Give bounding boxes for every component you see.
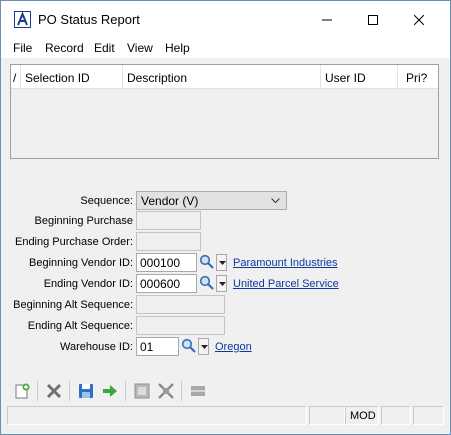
grid-header: / Selection ID Description User ID Pri? bbox=[11, 65, 438, 89]
close-button[interactable] bbox=[396, 1, 442, 38]
end-vendor-dropdown[interactable] bbox=[216, 275, 227, 292]
warehouse-lookup-icon[interactable] bbox=[181, 338, 197, 354]
column-header-selection-id[interactable]: Selection ID bbox=[21, 65, 123, 89]
column-header-description[interactable]: Description bbox=[123, 65, 321, 89]
menu-file[interactable]: File bbox=[13, 41, 32, 55]
begin-vendor-dropdown[interactable] bbox=[216, 254, 227, 271]
toolbar-separator bbox=[37, 381, 38, 401]
chevron-down-icon bbox=[219, 282, 226, 286]
column-header-tick[interactable]: / bbox=[11, 65, 21, 89]
save-icon[interactable] bbox=[77, 382, 95, 400]
status-panel-blank bbox=[309, 406, 345, 425]
toolbar bbox=[1, 377, 450, 405]
menu-record[interactable]: Record bbox=[45, 41, 84, 55]
app-logo-icon bbox=[14, 11, 31, 28]
title-bar[interactable]: PO Status Report bbox=[1, 1, 450, 38]
menu-view[interactable]: View bbox=[127, 41, 153, 55]
begin-vendor-name-link[interactable]: Paramount Industries bbox=[233, 257, 338, 269]
end-alt-seq-field bbox=[136, 316, 225, 335]
chevron-down-icon bbox=[271, 198, 280, 204]
toolbar-separator bbox=[125, 381, 126, 401]
status-bar: MOD bbox=[7, 406, 444, 425]
app-window: PO Status Report File Record Edit View H… bbox=[0, 0, 451, 435]
sequence-value: Vendor (V) bbox=[141, 194, 199, 208]
selection-grid[interactable]: / Selection ID Description User ID Pri? bbox=[10, 64, 439, 159]
toolbar-separator bbox=[181, 381, 182, 401]
delete-icon[interactable] bbox=[45, 382, 63, 400]
toolbar-separator bbox=[69, 381, 70, 401]
warehouse-name-link[interactable]: Oregon bbox=[215, 341, 252, 353]
begin-purchase-label: Beginning Purchase bbox=[34, 215, 133, 227]
end-alt-seq-label: Ending Alt Sequence: bbox=[27, 320, 133, 332]
sequence-label: Sequence: bbox=[80, 195, 133, 207]
minimize-button[interactable] bbox=[304, 1, 350, 38]
status-panel-extra-2 bbox=[413, 406, 444, 425]
end-vendor-input[interactable]: 000600 bbox=[136, 274, 197, 293]
end-vendor-label: Ending Vendor ID: bbox=[43, 278, 133, 290]
begin-vendor-input[interactable]: 000100 bbox=[136, 253, 197, 272]
maximize-button[interactable] bbox=[350, 1, 396, 38]
begin-alt-seq-label: Beginning Alt Sequence: bbox=[13, 299, 133, 311]
menu-help[interactable]: Help bbox=[165, 41, 190, 55]
menu-bar: File Record Edit View Help bbox=[1, 38, 450, 58]
end-purchase-label: Ending Purchase Order: bbox=[14, 236, 133, 248]
new-icon[interactable] bbox=[13, 382, 31, 400]
begin-purchase-field bbox=[136, 211, 201, 230]
warehouse-dropdown[interactable] bbox=[198, 338, 209, 355]
collapse-icon[interactable] bbox=[189, 382, 207, 400]
window-title: PO Status Report bbox=[38, 12, 140, 27]
status-panel-mode: MOD bbox=[345, 406, 379, 425]
end-purchase-field bbox=[136, 232, 201, 251]
begin-vendor-lookup-icon[interactable] bbox=[199, 254, 215, 270]
sequence-select[interactable]: Vendor (V) bbox=[136, 191, 287, 210]
end-vendor-lookup-icon[interactable] bbox=[199, 275, 215, 291]
begin-vendor-label: Beginning Vendor ID: bbox=[29, 257, 133, 269]
column-header-user-id[interactable]: User ID bbox=[321, 65, 398, 89]
warehouse-label: Warehouse ID: bbox=[60, 341, 133, 353]
print-icon[interactable] bbox=[133, 382, 151, 400]
column-header-priority[interactable]: Pri? bbox=[398, 65, 438, 89]
menu-edit[interactable]: Edit bbox=[94, 41, 115, 55]
warehouse-input[interactable]: 01 bbox=[136, 337, 179, 356]
chevron-down-icon bbox=[219, 261, 226, 265]
begin-alt-seq-field bbox=[136, 295, 225, 314]
end-vendor-name-link[interactable]: United Parcel Service bbox=[233, 278, 339, 290]
expand-icon[interactable] bbox=[157, 382, 175, 400]
status-panel-extra bbox=[381, 406, 411, 425]
status-panel-message bbox=[7, 406, 307, 425]
chevron-down-icon bbox=[201, 345, 208, 349]
go-arrow-icon[interactable] bbox=[101, 382, 119, 400]
